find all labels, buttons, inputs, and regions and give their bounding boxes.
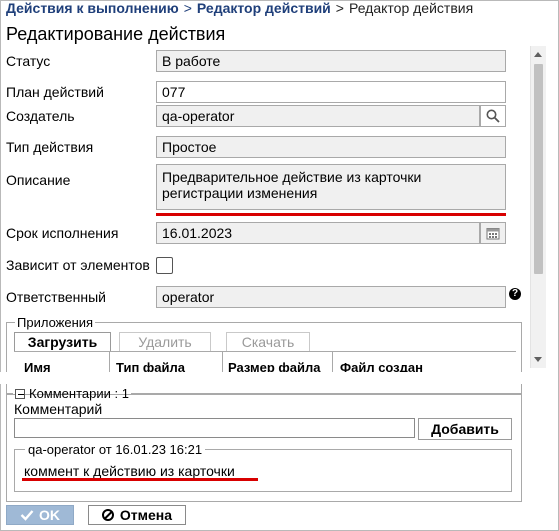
add-comment-button[interactable]: Добавить bbox=[418, 418, 512, 440]
attachments-legend: Приложения bbox=[17, 315, 94, 330]
comment-author-date: qa-operator от 16.01.23 16:21 bbox=[28, 442, 203, 457]
action-type-label: Тип действия bbox=[6, 139, 94, 155]
depends-checkbox[interactable] bbox=[156, 257, 173, 274]
ok-label: OK bbox=[39, 507, 60, 523]
scrollbar-thumb[interactable] bbox=[534, 64, 543, 274]
breadcrumb-current: Редактор действия bbox=[348, 0, 474, 16]
action-type-field: Простое bbox=[156, 136, 506, 158]
help-icon[interactable]: ? bbox=[509, 288, 521, 300]
search-icon bbox=[486, 109, 500, 123]
creator-search-button[interactable] bbox=[480, 105, 506, 127]
cancel-label: Отмена bbox=[119, 507, 173, 523]
creator-field: qa-operator bbox=[156, 105, 480, 127]
cancel-button[interactable]: Отмена bbox=[88, 505, 186, 525]
status-field: В работе bbox=[156, 50, 506, 72]
ok-button[interactable]: OK bbox=[6, 505, 74, 525]
form-scrollbar[interactable] bbox=[530, 46, 546, 368]
page-title: Редактирование действия bbox=[6, 24, 226, 44]
checkmark-icon bbox=[20, 510, 34, 521]
comments-legend-text: Комментарии : 1 bbox=[29, 386, 129, 401]
scroll-clip-mask bbox=[0, 372, 545, 384]
comment-input[interactable] bbox=[14, 418, 415, 438]
column-divider bbox=[222, 352, 223, 372]
creator-label: Создатель bbox=[6, 108, 75, 124]
scroll-down-arrow-icon[interactable] bbox=[534, 357, 542, 362]
column-divider bbox=[332, 352, 333, 372]
responsible-label: Ответственный bbox=[6, 289, 106, 305]
scroll-up-arrow-icon[interactable] bbox=[534, 52, 542, 57]
delete-button[interactable]: Удалить bbox=[119, 332, 211, 352]
comment-input-label: Комментарий bbox=[14, 401, 103, 417]
upload-button[interactable]: Загрузить bbox=[14, 332, 111, 352]
due-date-field: 16.01.2023 bbox=[156, 222, 480, 244]
breadcrumb-separator: > bbox=[335, 0, 344, 16]
due-date-label: Срок исполнения bbox=[6, 225, 119, 241]
description-highlight-underline bbox=[156, 213, 506, 216]
attachments-table-header: Имя Тип файла Размер файла Файл создан bbox=[14, 351, 516, 375]
breadcrumb-actions-to-do[interactable]: Действия к выполнению bbox=[6, 0, 179, 16]
status-label: Статус bbox=[6, 53, 51, 69]
comment-highlight-underline bbox=[22, 478, 258, 481]
column-divider bbox=[109, 352, 110, 372]
calendar-icon bbox=[486, 228, 500, 240]
responsible-field: operator bbox=[156, 286, 506, 308]
breadcrumb-separator: > bbox=[183, 0, 192, 16]
description-label: Описание bbox=[6, 172, 71, 188]
download-button[interactable]: Скачать bbox=[226, 332, 310, 352]
calendar-button[interactable] bbox=[480, 222, 506, 244]
breadcrumb: Действия к выполнению > Редактор действий >… bbox=[6, 0, 473, 20]
description-field: Предварительное действие из карточки рег… bbox=[156, 164, 506, 210]
depends-label: Зависит от элементов bbox=[6, 257, 150, 273]
comments-legend[interactable]: Комментарии : 1 bbox=[13, 386, 131, 401]
collapse-icon[interactable] bbox=[15, 388, 25, 399]
cancel-icon bbox=[101, 509, 114, 521]
breadcrumb-actions-editor[interactable]: Редактор действий bbox=[197, 0, 331, 16]
comment-text: коммент к действию из карточки bbox=[24, 463, 235, 479]
plan-field[interactable]: 077 bbox=[156, 81, 506, 103]
plan-label: План действий bbox=[6, 84, 104, 100]
